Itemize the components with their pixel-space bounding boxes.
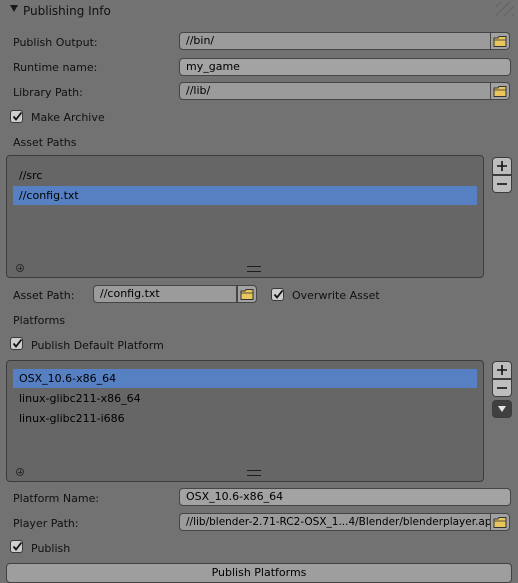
asset-path-remove-button[interactable] xyxy=(492,175,512,193)
player-path-label: Player Path: xyxy=(13,517,79,530)
publish-default-platform-checkbox[interactable] xyxy=(10,337,23,350)
platforms-heading: Platforms xyxy=(13,314,66,327)
asset-path-add-button[interactable] xyxy=(492,157,512,175)
panel-drag-grip-icon[interactable] xyxy=(496,2,514,16)
runtime-name-label: Runtime name: xyxy=(13,61,98,74)
make-archive-label: Make Archive xyxy=(31,111,105,124)
plus-icon xyxy=(497,161,507,171)
add-filter-icon[interactable] xyxy=(16,264,24,272)
platform-remove-button[interactable] xyxy=(492,379,512,397)
make-archive-checkbox[interactable] xyxy=(10,110,23,123)
publish-label: Publish xyxy=(31,542,71,555)
list-resize-handle[interactable] xyxy=(247,470,261,476)
dropdown-arrow-icon xyxy=(498,406,506,412)
library-path-field[interactable]: //lib/ xyxy=(179,82,491,100)
panel-title: Publishing Info xyxy=(23,4,111,18)
runtime-name-field[interactable]: my_game xyxy=(179,58,511,76)
publish-checkbox[interactable] xyxy=(10,540,23,553)
asset-path-field[interactable]: //config.txt xyxy=(93,285,237,303)
checkmark-icon xyxy=(273,289,284,299)
folder-icon xyxy=(493,36,507,47)
list-item-selected[interactable]: //config.txt xyxy=(13,186,477,205)
folder-icon xyxy=(493,86,507,97)
library-path-browse-button[interactable] xyxy=(490,82,510,100)
overwrite-asset-checkbox[interactable] xyxy=(271,288,284,301)
asset-paths-list[interactable]: //src //config.txt xyxy=(6,155,484,278)
platform-name-label: Platform Name: xyxy=(13,492,100,505)
library-path-label: Library Path: xyxy=(13,86,83,99)
list-item[interactable]: //src xyxy=(13,166,477,185)
folder-icon xyxy=(240,289,254,300)
overwrite-asset-label: Overwrite Asset xyxy=(292,289,380,302)
publish-output-field[interactable]: //bin/ xyxy=(179,32,491,50)
asset-path-browse-button[interactable] xyxy=(237,285,257,303)
collapse-triangle-icon[interactable] xyxy=(10,5,18,12)
list-resize-handle[interactable] xyxy=(247,266,261,272)
platforms-list[interactable]: OSX_10.6-x86_64 linux-glibc211-x86_64 li… xyxy=(6,360,484,482)
player-path-browse-button[interactable] xyxy=(490,513,510,531)
publish-output-browse-button[interactable] xyxy=(490,32,510,50)
folder-icon xyxy=(493,517,507,528)
checkmark-icon xyxy=(12,541,23,551)
asset-paths-heading: Asset Paths xyxy=(13,136,77,149)
panel-header[interactable]: Publishing Info xyxy=(0,0,518,22)
publish-default-platform-label: Publish Default Platform xyxy=(31,339,164,352)
platform-name-field[interactable]: OSX_10.6-x86_64 xyxy=(179,488,511,506)
publish-output-label: Publish Output: xyxy=(13,36,98,49)
checkmark-icon xyxy=(12,338,23,348)
list-item[interactable]: linux-glibc211-i686 xyxy=(13,409,477,428)
minus-icon xyxy=(497,183,507,185)
list-item-selected[interactable]: OSX_10.6-x86_64 xyxy=(13,369,477,388)
platform-specials-menu-button[interactable] xyxy=(492,400,512,418)
checkmark-icon xyxy=(12,111,23,121)
platform-add-button[interactable] xyxy=(492,361,512,379)
asset-path-label: Asset Path: xyxy=(13,289,75,302)
player-path-field[interactable]: //lib/blender-2.71-RC2-OSX_1...4/Blender… xyxy=(179,513,491,531)
minus-icon xyxy=(497,387,507,389)
list-item[interactable]: linux-glibc211-x86_64 xyxy=(13,389,477,408)
add-filter-icon[interactable] xyxy=(16,468,24,476)
publish-platforms-button[interactable]: Publish Platforms xyxy=(6,563,512,583)
plus-icon xyxy=(497,365,507,375)
